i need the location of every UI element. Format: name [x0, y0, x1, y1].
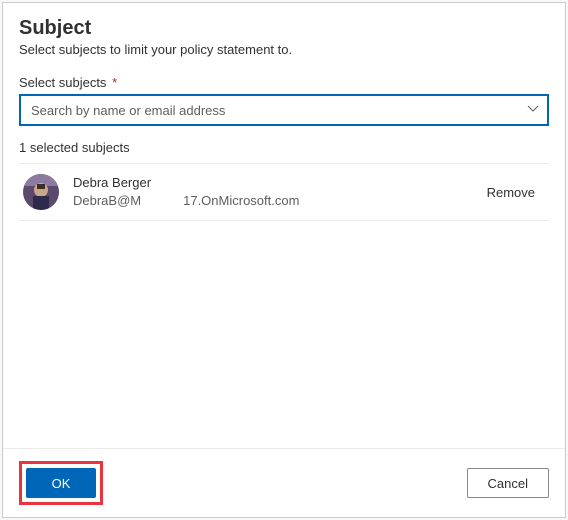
list-item: Debra Berger DebraB@M17.OnMicrosoft.com … [19, 164, 549, 221]
person-name: Debra Berger [73, 174, 481, 192]
page-title: Subject [19, 17, 549, 40]
subject-search-combobox[interactable] [19, 94, 549, 126]
email-part2: 17.OnMicrosoft.com [183, 193, 299, 208]
chevron-down-icon [527, 103, 539, 118]
ok-highlight: OK [19, 461, 103, 505]
page-subtitle: Select subjects to limit your policy sta… [19, 42, 549, 57]
remove-button[interactable]: Remove [481, 181, 541, 204]
panel-footer: OK Cancel [3, 448, 565, 517]
cancel-button[interactable]: Cancel [467, 468, 549, 498]
search-input[interactable] [31, 103, 517, 118]
panel-content: Subject Select subjects to limit your po… [3, 3, 565, 448]
required-asterisk: * [112, 75, 117, 90]
email-part1: DebraB@M [73, 193, 141, 208]
subject-panel: Subject Select subjects to limit your po… [2, 2, 566, 518]
avatar [23, 174, 59, 210]
selected-count: 1 selected subjects [19, 140, 549, 155]
field-label-text: Select subjects [19, 75, 106, 90]
select-subjects-label: Select subjects * [19, 75, 549, 90]
person-info: Debra Berger DebraB@M 17.OnMicrosoft.com [73, 174, 481, 209]
selected-list: Debra Berger DebraB@M17.OnMicrosoft.com … [19, 163, 549, 221]
ok-button[interactable]: OK [26, 468, 96, 498]
person-email: DebraB@M 17.OnMicrosoft.com [73, 192, 481, 210]
